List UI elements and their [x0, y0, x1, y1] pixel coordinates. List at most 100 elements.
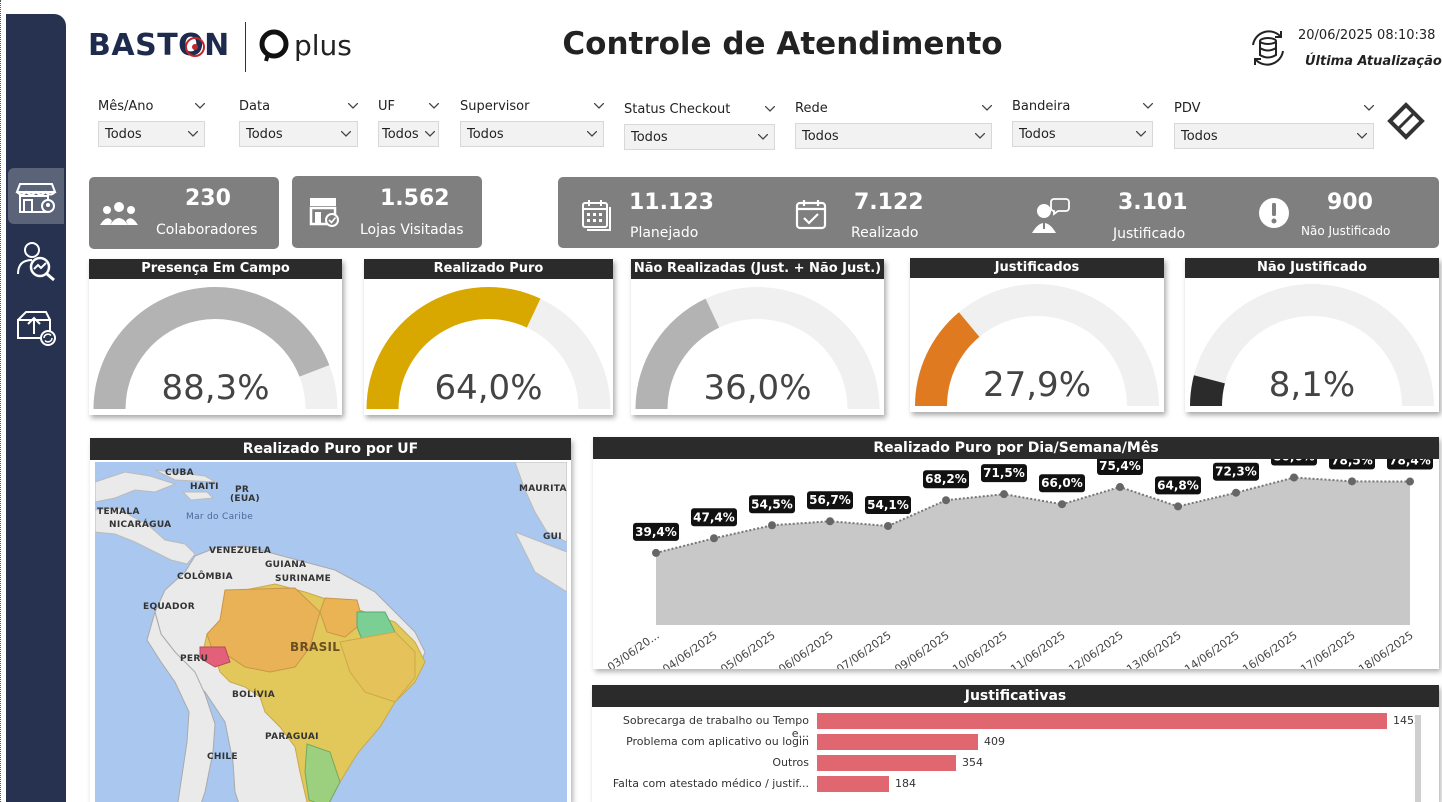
gauge-value: 88,3%	[161, 368, 269, 408]
data-point[interactable]	[1058, 500, 1066, 509]
filter-label-row: Rede	[795, 99, 992, 117]
bar[interactable]	[817, 734, 978, 750]
data-point[interactable]	[1406, 477, 1414, 486]
x-tick-label: 13/06/2025	[1124, 629, 1183, 669]
chevron-down-icon	[425, 131, 435, 137]
filter-select[interactable]: Todos	[1174, 123, 1374, 149]
gauge-justificados: Justificados 27,9%	[910, 258, 1164, 412]
x-tick-label: 09/06/2025	[892, 629, 951, 669]
data-point[interactable]	[1290, 473, 1298, 482]
filter-pdv[interactable]: PDV Todos	[1174, 99, 1374, 149]
window-edge	[0, 0, 4, 802]
x-tick-label: 12/06/2025	[1066, 629, 1125, 669]
chevron-down-icon[interactable]	[429, 103, 439, 109]
chevron-down-icon[interactable]	[348, 103, 358, 109]
gauge-realizado-puro: Realizado Puro 64,0%	[364, 259, 613, 415]
map-area[interactable]: CUBA HAITI PR (EUA) MAURITA TEMALA NICAR…	[95, 462, 567, 802]
kpi-realizado-label: Realizado	[851, 225, 919, 241]
chevron-down-icon[interactable]	[195, 103, 205, 109]
map-label: COLÔMBIA	[177, 572, 233, 582]
data-label: 54,1%	[867, 498, 909, 512]
filter-value: Todos	[631, 129, 668, 145]
bar-chart-scrollbar[interactable]	[1415, 715, 1421, 802]
gauge-value: 8,1%	[1269, 365, 1355, 405]
data-point[interactable]	[1174, 502, 1182, 511]
clear-filters-eraser-icon[interactable]	[1386, 101, 1426, 141]
chevron-down-icon[interactable]	[1143, 103, 1153, 109]
data-point[interactable]	[710, 534, 718, 543]
filter-rede[interactable]: Rede Todos	[795, 99, 992, 149]
data-label: 78,5%	[1331, 459, 1373, 467]
kpi-planejado-label: Planejado	[630, 225, 699, 241]
calendar-icon	[582, 200, 611, 231]
chevron-down-icon[interactable]	[982, 105, 992, 111]
data-point[interactable]	[942, 496, 950, 505]
kpi-nao-justificado-label: Não Justificado	[1301, 224, 1391, 238]
data-point[interactable]	[1116, 483, 1124, 492]
filter-mes-ano[interactable]: Mês/Ano Todos	[98, 97, 205, 147]
gauge-chart: 27,9%	[915, 284, 1159, 406]
sidebar-item-store-location[interactable]	[8, 168, 64, 224]
chevron-down-icon	[975, 133, 985, 139]
chevron-down-icon[interactable]	[594, 103, 604, 109]
filter-label-row: Status Checkout	[624, 100, 775, 118]
filter-value: Todos	[1019, 126, 1056, 142]
data-point[interactable]	[652, 548, 660, 557]
filter-select[interactable]: Todos	[624, 124, 775, 150]
sidebar	[6, 14, 66, 802]
filter-select[interactable]: Todos	[1012, 121, 1153, 147]
line-chart-panel: Realizado Puro por Dia/Semana/Mês 39,4% 0…	[593, 437, 1439, 669]
gauge-value: 36,0%	[703, 368, 811, 408]
gauge-title: Não Realizadas (Just. + Não Just.)	[631, 259, 884, 279]
data-point[interactable]	[1000, 490, 1008, 499]
kpi-planejado-value: 11.123	[629, 190, 714, 215]
chevron-down-icon	[758, 134, 768, 140]
page-title: Controle de Atendimento	[562, 26, 1003, 62]
bar[interactable]	[817, 713, 1387, 729]
chevron-down-icon	[587, 131, 597, 137]
data-point[interactable]	[768, 521, 776, 530]
filter-label: Bandeira	[1012, 98, 1071, 114]
map-label: (EUA)	[230, 494, 260, 504]
data-point[interactable]	[1348, 477, 1356, 486]
data-point[interactable]	[1232, 488, 1240, 497]
map-label: TEMALA	[97, 507, 140, 517]
database-sync-icon	[1252, 30, 1284, 66]
gauge-nao-justificado: Não Justificado 8,1%	[1185, 258, 1439, 412]
brand-plus-logo: plus	[258, 28, 352, 62]
map-panel: Realizado Puro por UF CUBA HAITI PR (EUA…	[90, 438, 571, 802]
bar[interactable]	[817, 755, 956, 771]
filter-data[interactable]: Data Todos	[239, 97, 358, 147]
filter-label: Data	[239, 98, 271, 114]
chevron-down-icon[interactable]	[1364, 105, 1374, 111]
filter-supervisor[interactable]: Supervisor Todos	[460, 97, 604, 147]
filter-uf[interactable]: UF Todos	[378, 97, 439, 147]
sidebar-item-search-analytics[interactable]	[8, 232, 64, 288]
filter-label-row: UF	[378, 97, 439, 115]
data-point[interactable]	[826, 517, 834, 526]
filter-select[interactable]: Todos	[795, 123, 992, 149]
x-tick-label: 04/06/2025	[660, 629, 719, 669]
x-tick-label: 05/06/2025	[718, 629, 777, 669]
store-location-icon	[15, 183, 57, 213]
x-tick-label: 16/06/2025	[1240, 629, 1299, 669]
sidebar-item-upload-sync[interactable]	[8, 298, 64, 354]
filter-value: Todos	[105, 126, 142, 142]
chevron-down-icon[interactable]	[765, 106, 775, 112]
gauge-chart: 36,0%	[635, 287, 880, 409]
filter-label: UF	[378, 98, 395, 114]
filter-select[interactable]: Todos	[460, 121, 604, 147]
bar[interactable]	[817, 776, 889, 792]
line-chart-title: Realizado Puro por Dia/Semana/Mês	[593, 437, 1439, 459]
map-land	[95, 462, 567, 802]
gauge-title: Não Justificado	[1185, 258, 1439, 278]
map-label: CHILE	[207, 752, 238, 762]
filter-value: Todos	[382, 126, 419, 142]
filter-select[interactable]: Todos	[239, 121, 358, 147]
map-label: GUI	[543, 532, 562, 542]
filter-select[interactable]: Todos	[98, 121, 205, 147]
filter-select[interactable]: Todos	[378, 121, 439, 147]
filter-bandeira[interactable]: Bandeira Todos	[1012, 97, 1153, 147]
filter-status-checkout[interactable]: Status Checkout Todos	[624, 100, 775, 150]
data-point[interactable]	[884, 521, 892, 530]
